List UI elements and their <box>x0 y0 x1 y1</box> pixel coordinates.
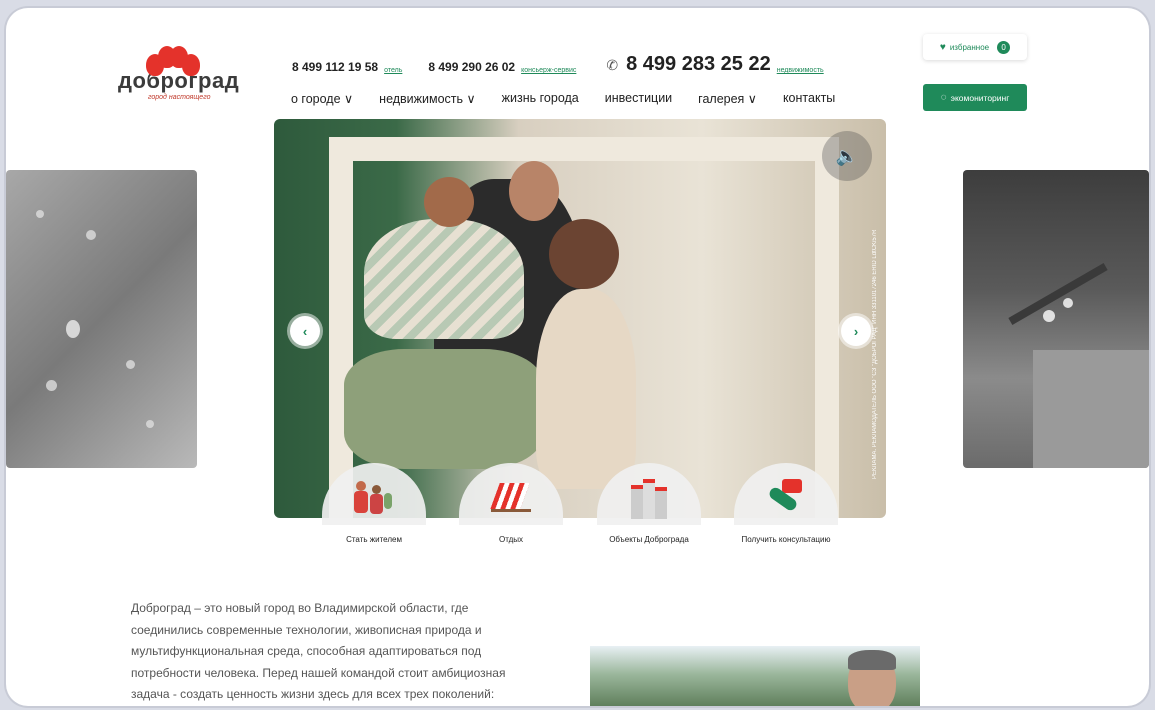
slider-next-button[interactable]: › <box>841 316 871 346</box>
eco-monitoring-button[interactable]: ◌ экомониторинг <box>923 84 1027 111</box>
photo-hair <box>848 650 896 670</box>
cta-consultation-label: Получить консультацию <box>741 535 831 544</box>
hero-face-father <box>509 161 559 221</box>
about-text: Доброград – это новый город во Владимирс… <box>131 598 561 706</box>
ad-disclaimer: РЕКЛАМА. РЕКЛАМОДАТЕЛЬ ООО "СЗ "ДОБРОГРА… <box>872 229 878 479</box>
beach-chair-icon <box>489 479 533 519</box>
nav-investments[interactable]: инвестиции <box>605 91 672 106</box>
phone-real-estate[interactable]: 8 499 283 25 22 <box>626 54 771 74</box>
cta-city-objects-label: Объекты Доброграда <box>609 535 689 544</box>
favorites-button[interactable]: ♥ избранное 0 <box>923 34 1027 60</box>
phone-bar: 8 499 112 19 58 отель 8 499 290 26 02 ко… <box>292 50 850 74</box>
heart-icon: ♥ <box>939 41 946 53</box>
hero-video[interactable]: 🔈 РЕКЛАМА. РЕКЛАМОДАТЕЛЬ ООО "СЗ "ДОБРОГ… <box>274 119 886 518</box>
hero-child-sweater <box>364 219 524 339</box>
hero-girl-sweater <box>536 289 636 489</box>
logo[interactable]: доброград город настоящего <box>118 44 240 101</box>
cta-become-resident[interactable]: Стать жителем <box>322 463 426 544</box>
cta-become-resident-label: Стать жителем <box>346 535 402 544</box>
hero-child-head <box>424 177 474 227</box>
slide-prev-image[interactable] <box>6 170 197 468</box>
browser-page: доброград город настоящего 8 499 112 19 … <box>6 8 1149 706</box>
about-line: потребности человека. Перед нашей команд… <box>131 665 506 680</box>
nav-city-life[interactable]: жизнь города <box>502 91 579 106</box>
nav-contacts[interactable]: контакты <box>783 91 835 106</box>
ceo-photo <box>590 646 920 706</box>
phone-hotel[interactable]: 8 499 112 19 58 <box>292 60 378 74</box>
nav-about-city[interactable]: о городе ∨ <box>291 91 353 106</box>
link-concierge[interactable]: консьерж-сервис <box>521 67 576 74</box>
favorites-label: избранное <box>949 42 990 52</box>
slide-next-image[interactable] <box>963 170 1149 468</box>
cta-leisure[interactable]: Отдых <box>459 463 563 544</box>
phone-icon: ✆ <box>606 57 619 73</box>
cta-leisure-label: Отдых <box>498 535 524 544</box>
logo-flower-icon <box>146 44 202 76</box>
chevron-left-icon: ‹ <box>302 323 308 339</box>
logo-name: доброград <box>118 68 240 93</box>
speaker-icon[interactable]: 🔈 <box>822 131 872 181</box>
phone-chat-icon <box>764 477 808 519</box>
chevron-right-icon: › <box>853 323 859 339</box>
favorites-count: 0 <box>997 40 1011 54</box>
nav-gallery[interactable]: галерея ∨ <box>698 91 757 106</box>
slider-prev-button[interactable]: ‹ <box>290 316 320 346</box>
eco-monitoring-label: экомониторинг <box>950 92 1010 103</box>
about-line: соединились современные технологии, живо… <box>131 622 482 637</box>
leaf-icon: ◌ <box>940 92 947 103</box>
link-real-estate[interactable]: недвижимость <box>777 67 824 74</box>
main-nav: о городе ∨ недвижимость ∨ жизнь города и… <box>291 91 861 106</box>
hero-girl-head <box>549 219 619 289</box>
hero-child-legs <box>344 349 544 469</box>
cta-city-objects[interactable]: Объекты Доброграда <box>597 463 701 544</box>
about-line: мультифункциональная среда, способная ад… <box>131 644 482 658</box>
about-line: задача - создать ценность жизни здесь дл… <box>131 687 495 701</box>
cta-consultation[interactable]: Получить консультацию <box>734 463 838 544</box>
family-icon <box>354 477 394 517</box>
logo-tagline: город настоящего <box>148 94 211 101</box>
phone-concierge[interactable]: 8 499 290 26 02 <box>428 60 515 74</box>
about-line: Доброград – это новый город во Владимирс… <box>131 601 469 615</box>
link-hotel[interactable]: отель <box>384 67 402 74</box>
buildings-icon <box>629 477 669 519</box>
nav-real-estate[interactable]: недвижимость ∨ <box>379 91 476 106</box>
